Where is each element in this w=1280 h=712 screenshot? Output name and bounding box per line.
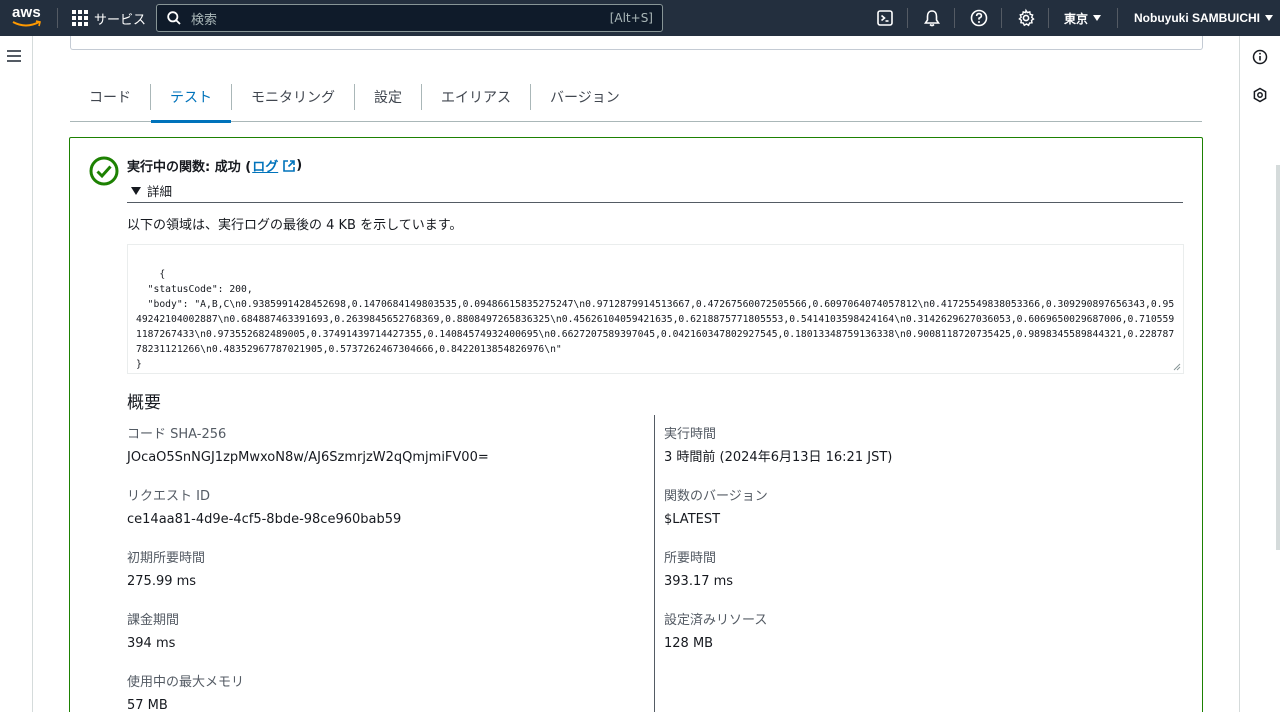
summary-label: 実行時間 — [664, 427, 717, 442]
services-menu-button[interactable]: サービス — [72, 0, 146, 36]
details-label: 詳細 — [147, 184, 173, 199]
notifications-bell-icon[interactable] — [922, 8, 942, 28]
region-label: 東京 — [1064, 11, 1089, 26]
summary-value: ce14aa81-4d9e-4cf5-8bde-98ce960bab59 — [127, 512, 402, 527]
chevron-down-icon — [1265, 15, 1273, 21]
left-side-rail — [0, 36, 33, 712]
nav-divider — [907, 8, 908, 28]
services-grid-icon — [72, 10, 88, 26]
hamburger-menu-icon[interactable] — [7, 50, 21, 62]
caret-down-icon — [131, 186, 141, 195]
summary-value: $LATEST — [664, 512, 721, 527]
logs-link[interactable]: ログ — [252, 156, 278, 175]
tab-test[interactable]: テスト — [151, 72, 231, 123]
summary-item-function-version: 関数のバージョン $LATEST — [664, 489, 768, 528]
scrollbar[interactable] — [1276, 165, 1280, 550]
resize-handle-icon[interactable] — [1173, 363, 1181, 371]
summary-label: 初期所要時間 — [127, 551, 206, 566]
right-side-rail — [1239, 36, 1280, 712]
search-shortcut: [Alt+S] — [609, 11, 653, 25]
summary-value: 3 時間前 (2024年6月13日 16:21 JST) — [664, 450, 893, 465]
search-icon — [167, 11, 181, 25]
log-output-textarea[interactable]: { "statusCode": 200, "body": "A,B,C\n0.9… — [127, 244, 1184, 374]
services-label: サービス — [94, 12, 147, 28]
summary-value: 128 MB — [664, 636, 714, 651]
external-link-icon[interactable] — [282, 159, 296, 173]
search-placeholder: 検索 — [191, 12, 218, 28]
execution-result-panel: 実行中の関数: 成功 ( ログ ) 詳細 以下の領域は、実行ログの最後の 4 K… — [69, 137, 1203, 712]
function-tabs: コード テスト モニタリング 設定 エイリアス バージョン — [70, 72, 1202, 123]
summary-item-execution-time: 実行時間 3 時間前 (2024年6月13日 16:21 JST) — [664, 427, 892, 466]
summary-label: 関数のバージョン — [664, 489, 768, 504]
execution-result-title: 実行中の関数: 成功 ( ログ ) — [127, 156, 302, 175]
details-divider — [127, 202, 1183, 203]
nav-divider — [1048, 8, 1049, 28]
aws-logo[interactable]: aws — [12, 5, 44, 31]
summary-item-init-duration: 初期所要時間 275.99 ms — [127, 551, 205, 590]
settings-gear-icon[interactable] — [1016, 8, 1036, 28]
log-description: 以下の領域は、実行ログの最後の 4 KB を示しています。 — [127, 218, 463, 233]
search-input[interactable]: 検索 [Alt+S] — [156, 4, 663, 32]
summary-label: 課金期間 — [127, 613, 180, 628]
summary-label: 設定済みリソース — [664, 613, 768, 628]
summary-column-divider — [654, 415, 655, 712]
tab-code[interactable]: コード — [70, 72, 150, 122]
nav-divider — [1117, 8, 1118, 28]
account-menu-button[interactable]: Nobuyuki SAMBUICHI — [1134, 0, 1273, 36]
summary-item-configured-resources: 設定済みリソース 128 MB — [664, 613, 767, 652]
hexagon-gear-icon[interactable] — [1252, 87, 1268, 103]
summary-heading: 概要 — [127, 393, 161, 413]
details-expander[interactable]: 詳細 — [131, 181, 172, 200]
chevron-down-icon — [1093, 15, 1102, 21]
summary-item-billed-duration: 課金期間 394 ms — [127, 613, 179, 652]
nav-divider — [57, 8, 58, 28]
tab-aliases[interactable]: エイリアス — [422, 72, 530, 122]
summary-label: 所要時間 — [664, 551, 717, 566]
summary-label: コード SHA-256 — [127, 427, 227, 442]
summary-item-duration: 所要時間 393.17 ms — [664, 551, 733, 590]
summary-value: 393.17 ms — [664, 574, 734, 589]
summary-value: 57 MB — [127, 698, 168, 712]
previous-panel-edge — [70, 36, 1203, 50]
summary-item-code-sha: コード SHA-256 JOcaO5SnNGJ1zpMwxoN8w/AJ6Szm… — [127, 427, 489, 466]
summary-item-request-id: リクエスト ID ce14aa81-4d9e-4cf5-8bde-98ce960… — [127, 489, 401, 528]
aws-logo-text: aws — [12, 4, 41, 21]
tab-monitoring[interactable]: モニタリング — [232, 72, 354, 122]
summary-label: 使用中の最大メモリ — [127, 675, 245, 690]
log-output-text: { "statusCode": 200, "body": "A,B,C\n0.9… — [136, 269, 1175, 370]
tab-versions[interactable]: バージョン — [531, 72, 639, 122]
nav-divider — [954, 8, 955, 28]
nav-divider — [1001, 8, 1002, 28]
top-navigation: aws サービス 検索 [Alt+S] 東京 Nobuyuki SAMBUICH… — [0, 0, 1280, 36]
summary-item-max-memory: 使用中の最大メモリ 57 MB — [127, 675, 244, 712]
region-selector[interactable]: 東京 — [1064, 0, 1102, 36]
help-icon[interactable] — [969, 8, 989, 28]
summary-value: 394 ms — [127, 636, 176, 651]
cloudshell-icon[interactable] — [875, 8, 895, 28]
info-icon[interactable] — [1252, 49, 1268, 65]
result-title-suffix: ) — [296, 158, 303, 173]
result-status-text: 実行中の関数: 成功 ( — [127, 160, 252, 175]
success-check-icon — [89, 156, 119, 186]
summary-value: JOcaO5SnNGJ1zpMwxoN8w/AJ6SzmrjzW2qQmjmiF… — [127, 450, 489, 465]
tab-configuration[interactable]: 設定 — [355, 72, 421, 122]
summary-label: リクエスト ID — [127, 489, 210, 504]
summary-value: 275.99 ms — [127, 574, 197, 589]
aws-smile-icon — [12, 20, 41, 27]
user-name: Nobuyuki SAMBUICHI — [1134, 11, 1260, 25]
